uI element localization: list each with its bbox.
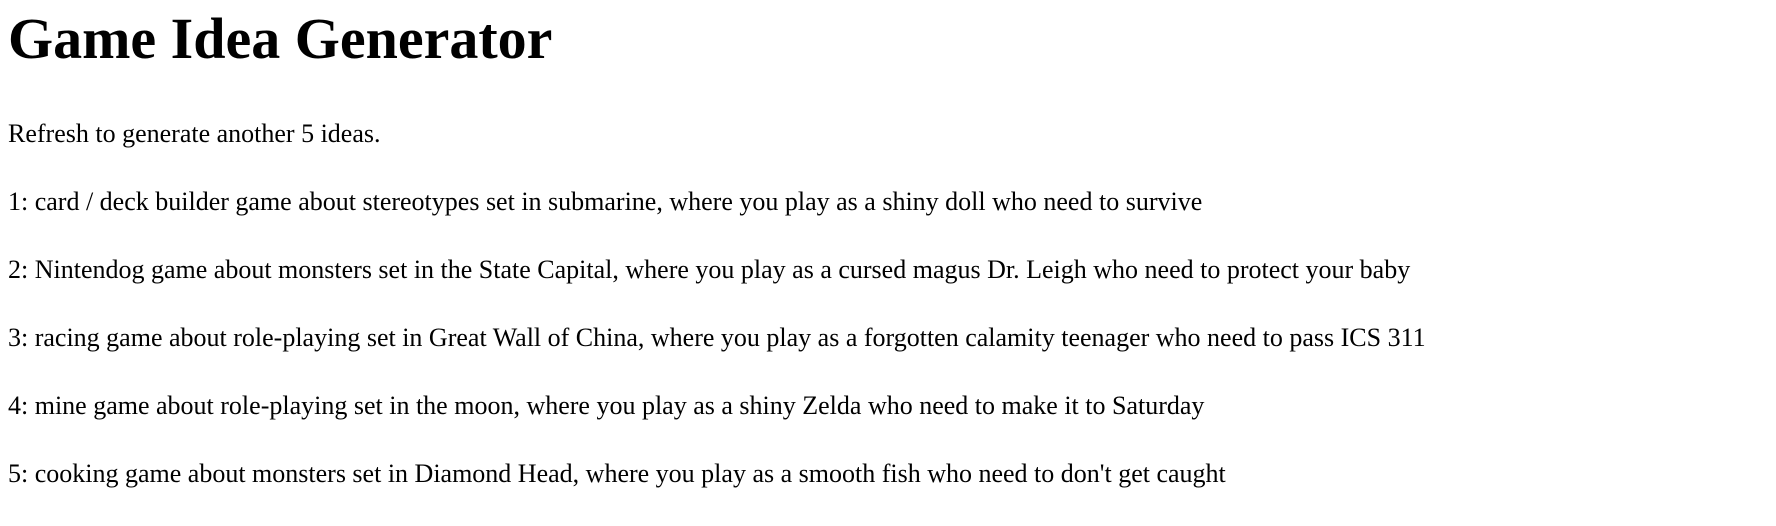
idea-item-5: 5: cooking game about monsters set in Di… bbox=[8, 459, 1226, 488]
idea-item-4: 4: mine game about role-playing set in t… bbox=[8, 391, 1205, 420]
idea-item-3: 3: racing game about role-playing set in… bbox=[8, 323, 1426, 352]
idea-item-2: 2: Nintendog game about monsters set in … bbox=[8, 255, 1411, 284]
page-content: Game Idea Generator Refresh to generate … bbox=[0, 0, 1776, 490]
idea-item-1: 1: card / deck builder game about stereo… bbox=[8, 187, 1203, 216]
page-title: Game Idea Generator bbox=[8, 6, 553, 71]
refresh-instructions: Refresh to generate another 5 ideas. bbox=[8, 119, 381, 148]
